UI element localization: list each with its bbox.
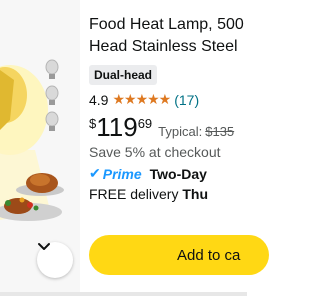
delivery-type: Two-Day (149, 165, 207, 182)
rating-row[interactable]: 4.9 ★★★★★ (17) (89, 91, 259, 108)
typical-price-label: Typical: $135 (158, 124, 234, 139)
star-rating-icon: ★★★★★ (112, 91, 171, 107)
variant-badge: Dual-head (89, 65, 158, 85)
prime-logo: Prime (102, 165, 142, 182)
product-card[interactable]: Food Heat Lamp, 500 Head Stainless Steel… (0, 0, 269, 296)
prime-row: ✔ Prime Two-Day (89, 165, 259, 182)
delivery-prefix: FREE delivery (89, 186, 179, 202)
review-count[interactable]: (17) (174, 92, 199, 108)
product-image[interactable] (0, 0, 80, 296)
price-fraction: 69 (137, 116, 153, 131)
save-text: Save 5% at checkout (89, 144, 221, 160)
product-title[interactable]: Food Heat Lamp, 500 Head Stainless Steel (89, 14, 259, 58)
typical-label: Typical: (158, 124, 203, 139)
typical-price: $135 (205, 124, 235, 139)
chevron-down-icon (38, 243, 50, 250)
scroll-down-button[interactable] (37, 242, 73, 278)
price-row: $ 119 69 Typical: $135 (89, 112, 259, 142)
price-whole: 119 (96, 112, 138, 142)
price-currency: $ (89, 116, 97, 131)
add-to-cart-button[interactable]: Add to ca (89, 235, 269, 275)
product-info: Food Heat Lamp, 500 Head Stainless Steel… (89, 14, 259, 202)
card-divider (0, 292, 247, 296)
rating-value: 4.9 (89, 91, 109, 108)
delivery-day: Thu (182, 186, 209, 202)
prime-check-icon: ✔ (89, 165, 101, 181)
delivery-info: FREE delivery Thu (89, 186, 259, 202)
product-title-line1[interactable]: Food Heat Lamp, 500 (89, 14, 259, 36)
product-title-line2[interactable]: Head Stainless Steel (89, 36, 259, 58)
